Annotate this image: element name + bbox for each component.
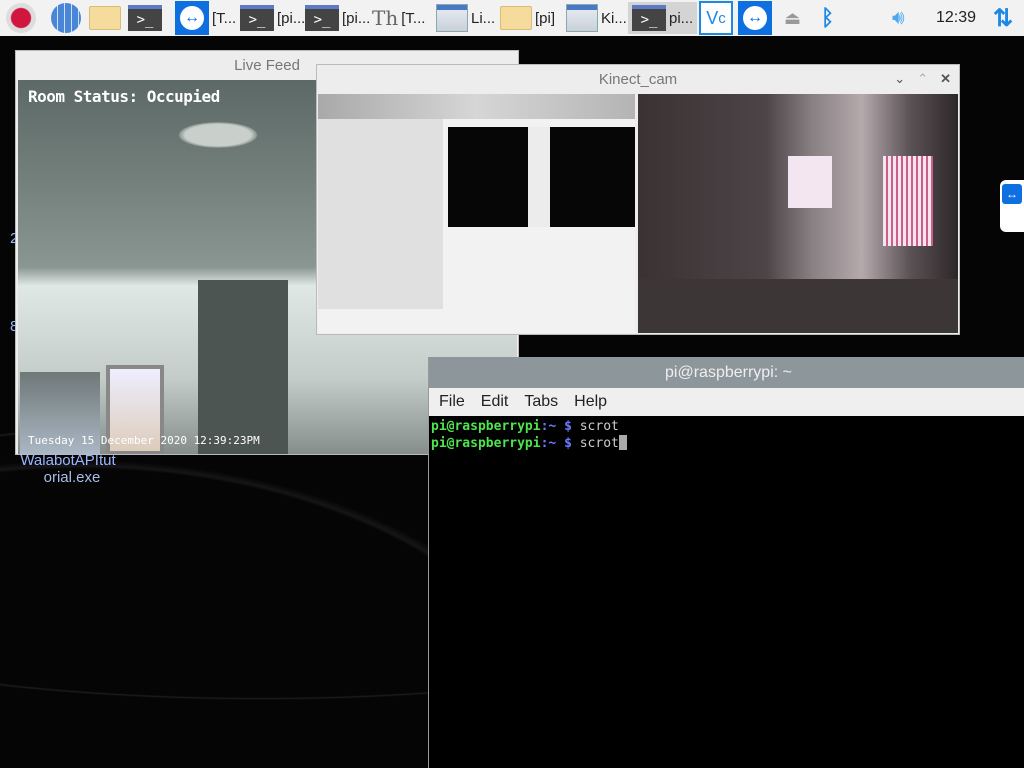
- task-label: Ki...: [601, 9, 627, 27]
- close-icon[interactable]: ✕: [940, 71, 951, 87]
- menu-tabs[interactable]: Tabs: [524, 393, 558, 411]
- task-terminal-active[interactable]: >_ pi...: [628, 2, 698, 34]
- task-label: [pi...: [277, 9, 306, 27]
- task-kinect[interactable]: Ki...: [566, 2, 627, 34]
- terminal-line: pi@raspberrypi:~ $ scrot: [431, 435, 1024, 452]
- clock[interactable]: 12:39: [936, 2, 976, 34]
- menu-file[interactable]: File: [439, 393, 465, 411]
- network-tray[interactable]: ⇅: [993, 2, 1013, 34]
- folder-icon: [500, 6, 532, 30]
- vnc-tray[interactable]: Vc: [699, 1, 733, 35]
- window-icon: [566, 4, 598, 32]
- task-label: Li...: [471, 9, 496, 27]
- browser-launcher[interactable]: [51, 2, 81, 34]
- menu-bar: File Edit Tabs Help: [429, 388, 1024, 416]
- task-terminal-1[interactable]: >_ [pi...: [240, 2, 305, 34]
- rgb-image: [638, 94, 958, 333]
- terminal-line: pi@raspberrypi:~ $ scrot: [431, 419, 619, 434]
- teamviewer-tray[interactable]: ↔: [738, 1, 772, 35]
- task-folder[interactable]: [pi]: [500, 2, 555, 34]
- terminal-launcher[interactable]: >_: [128, 2, 162, 34]
- folder-icon: [89, 6, 121, 30]
- bluetooth-tray[interactable]: ᛒ: [821, 2, 834, 34]
- task-label: [pi...: [342, 9, 371, 27]
- window-titlebar[interactable]: pi@raspberrypi: ~: [429, 357, 1024, 388]
- menu-help[interactable]: Help: [574, 393, 607, 411]
- terminal-output[interactable]: pi@raspberrypi:~ $ scrot pi@raspberrypi:…: [429, 416, 1024, 455]
- window-icon: [436, 4, 468, 32]
- task-terminal-2[interactable]: >_ [pi...: [305, 2, 370, 34]
- teamviewer-side-tab[interactable]: ↔: [1000, 180, 1024, 232]
- task-label: [T...: [212, 9, 237, 27]
- minimize-icon[interactable]: ⌄: [894, 71, 905, 87]
- vnc-icon: Vc: [699, 1, 733, 35]
- terminal-icon: >_: [240, 5, 274, 31]
- menu-button[interactable]: [6, 2, 36, 34]
- room-status-overlay: Room Status: Occupied: [28, 87, 220, 106]
- task-label: [pi]: [535, 9, 556, 27]
- desktop-icon-walabot[interactable]: WalabotAPItut orial.exe: [16, 452, 120, 486]
- taskbar: >_ ↔ [T... >_ [pi... >_ [pi... Th [T... Li..…: [0, 0, 1024, 36]
- text-cursor: [618, 435, 627, 450]
- task-label: pi...: [669, 9, 694, 27]
- teamviewer-icon: ↔: [1002, 184, 1022, 204]
- window-title: Kinect_cam: [598, 71, 678, 88]
- globe-icon: [51, 3, 81, 33]
- timestamp-overlay: Tuesday 15 December 2020 12:39:23PM: [28, 434, 260, 447]
- terminal-window: pi@raspberrypi: ~ File Edit Tabs Help pi…: [428, 357, 1024, 768]
- task-live-feed[interactable]: Li...: [436, 2, 495, 34]
- teamviewer-icon: ↔: [738, 1, 772, 35]
- task-teamviewer[interactable]: ↔ [T...: [175, 1, 237, 35]
- terminal-icon: >_: [305, 5, 339, 31]
- window-titlebar[interactable]: Kinect_cam ⌄ ⌃ ✕: [317, 65, 959, 94]
- teamviewer-icon: ↔: [175, 1, 209, 35]
- eject-icon: ⏏: [784, 7, 802, 28]
- maximize-icon[interactable]: ⌃: [917, 71, 928, 87]
- menu-edit[interactable]: Edit: [481, 393, 509, 411]
- raspberry-icon: [6, 3, 36, 33]
- terminal-icon: >_: [632, 5, 666, 31]
- volume-tray[interactable]: 🔊︎: [892, 2, 905, 34]
- terminal-icon: >_: [128, 5, 162, 31]
- depth-image: [318, 94, 635, 333]
- task-label: [T...: [401, 9, 426, 27]
- network-icon: ⇅: [993, 4, 1014, 32]
- volume-icon: 🔊︎: [892, 6, 905, 29]
- font-icon: Th: [372, 6, 399, 30]
- window-title: Live Feed: [234, 57, 300, 74]
- file-manager-launcher[interactable]: [89, 2, 121, 34]
- desktop-icon-label: orial.exe: [43, 469, 101, 486]
- kinect-window: Kinect_cam ⌄ ⌃ ✕: [316, 64, 960, 335]
- bluetooth-icon: ᛒ: [821, 5, 835, 30]
- eject-tray[interactable]: ⏏: [784, 2, 801, 34]
- window-title: pi@raspberrypi: ~: [665, 363, 792, 381]
- task-font[interactable]: Th [T...: [372, 2, 425, 34]
